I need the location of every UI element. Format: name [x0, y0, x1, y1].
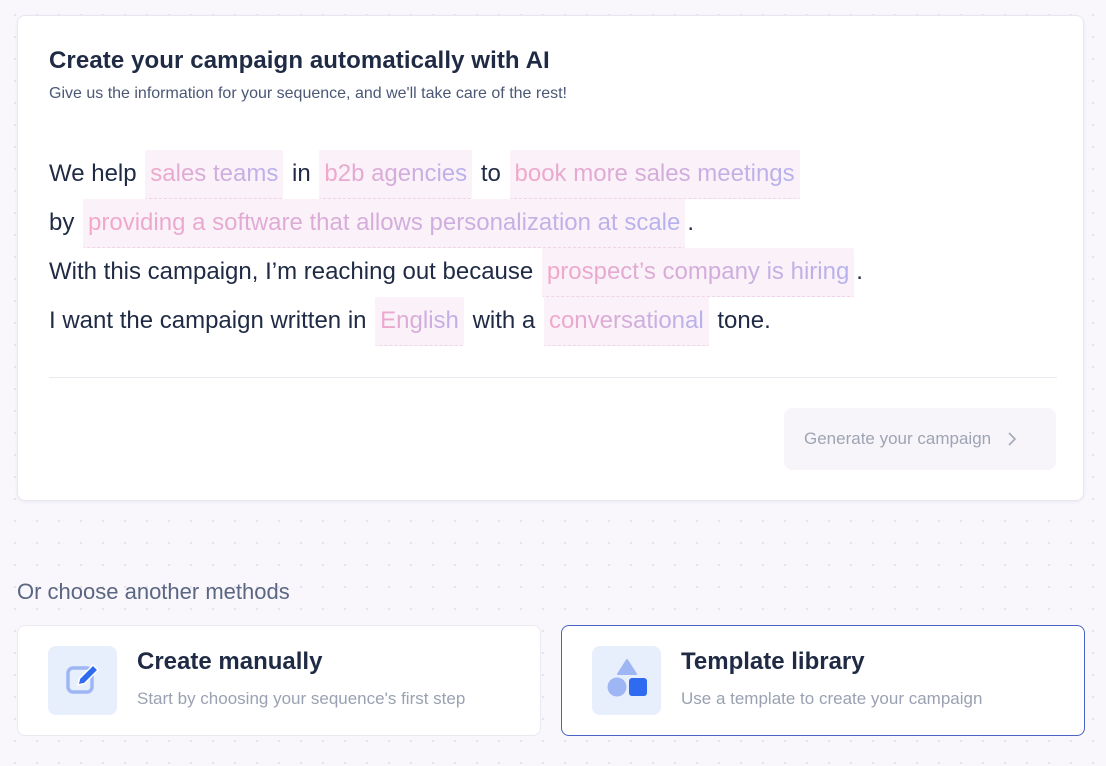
generate-campaign-label: Generate your campaign — [804, 429, 992, 448]
other-methods-heading: Or choose another methods — [17, 579, 290, 604]
value-proposition-placeholder: providing a software that allows persona… — [83, 205, 685, 239]
ai-campaign-card: Create your campaign automatically with … — [17, 15, 1084, 501]
static-text: . — [687, 209, 695, 236]
template-library-title: Template library — [681, 648, 865, 675]
sentence-line-4: I want the campaign written in English w… — [49, 297, 1059, 346]
static-text: With this campaign, I’m reaching out bec… — [49, 258, 534, 285]
card-divider — [49, 377, 1057, 378]
sentence-line-1: We help sales teams in b2b agencies to b… — [49, 150, 1059, 199]
tone-field[interactable]: conversational — [543, 297, 709, 346]
target-industry-placeholder: b2b agencies — [319, 156, 472, 190]
ai-card-subtitle: Give us the information for your sequenc… — [49, 85, 567, 102]
shapes-icon-box — [592, 646, 661, 715]
language-field[interactable]: English — [375, 297, 464, 346]
shapes-icon — [605, 656, 649, 705]
chevron-right-icon — [1004, 431, 1020, 447]
static-text: to — [480, 160, 501, 187]
campaign-prompt-sentences: We help sales teams in b2b agencies to b… — [49, 150, 1059, 346]
goal-placeholder: book more sales meetings — [510, 156, 800, 190]
language-placeholder: English — [375, 303, 464, 337]
target-persona-placeholder: sales teams — [145, 156, 283, 190]
target-persona-field[interactable]: sales teams — [145, 150, 284, 199]
template-library-description: Use a template to create your campaign — [681, 689, 983, 708]
edit-icon — [64, 659, 102, 702]
template-library-card[interactable]: Template library Use a template to creat… — [561, 625, 1085, 736]
static-text: by — [49, 209, 75, 236]
sentence-line-3: With this campaign, I’m reaching out bec… — [49, 248, 1059, 297]
ai-card-title: Create your campaign automatically with … — [49, 47, 550, 74]
create-manually-card[interactable]: Create manually Start by choosing your s… — [17, 625, 541, 736]
create-manually-description: Start by choosing your sequence's first … — [137, 689, 466, 708]
value-proposition-field[interactable]: providing a software that allows persona… — [83, 199, 686, 248]
create-manually-title: Create manually — [137, 648, 323, 675]
tone-placeholder: conversational — [544, 303, 709, 337]
goal-field[interactable]: book more sales meetings — [509, 150, 800, 199]
sentence-line-2: by providing a software that allows pers… — [49, 199, 1059, 248]
static-text: We help — [49, 160, 137, 187]
static-text: I want the campaign written in — [49, 307, 367, 334]
target-industry-field[interactable]: b2b agencies — [319, 150, 473, 199]
static-text: in — [292, 160, 311, 187]
static-text: . — [856, 258, 863, 285]
outreach-reason-placeholder: prospect’s company is hiring — [542, 254, 854, 288]
edit-icon-box — [48, 646, 117, 715]
outreach-reason-field[interactable]: prospect’s company is hiring — [541, 248, 855, 297]
static-text: with a — [472, 307, 536, 334]
static-text: tone. — [717, 307, 771, 334]
generate-campaign-button[interactable]: Generate your campaign — [784, 408, 1056, 470]
